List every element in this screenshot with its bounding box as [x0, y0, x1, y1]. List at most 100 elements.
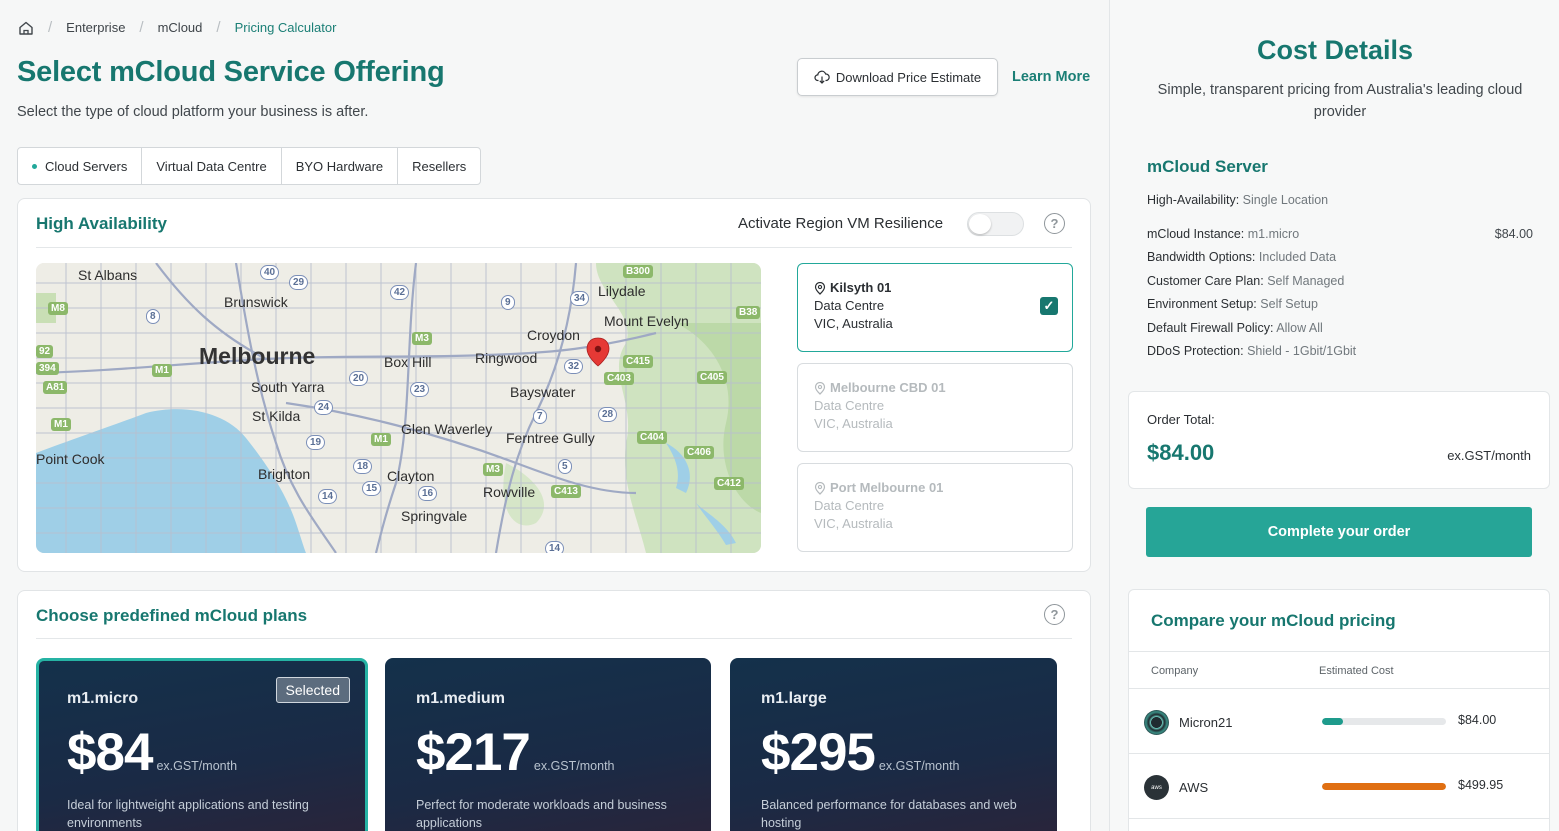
map-road-shield: 19: [306, 435, 326, 450]
company-name: AWS: [1179, 780, 1209, 795]
map-road-shield: A81: [43, 381, 68, 394]
tab-label: Cloud Servers: [45, 158, 128, 174]
map-road-shield: 14: [545, 541, 565, 553]
cost-bar-fill: [1322, 718, 1343, 725]
map-road-shield: C413: [551, 485, 581, 498]
spec-value: Self Managed: [1267, 273, 1345, 288]
help-icon[interactable]: ?: [1044, 604, 1065, 625]
map-road-shield: 20: [349, 371, 369, 386]
plan-description: Balanced performance for databases and w…: [761, 798, 1017, 830]
map-road-shield: 14: [318, 489, 338, 504]
location-name-text: Melbourne CBD 01: [830, 380, 946, 395]
map-road-shield: M3: [412, 332, 432, 345]
map-label: Lilydale: [598, 283, 646, 299]
breadcrumb-separator: /: [139, 19, 144, 36]
learn-more-link[interactable]: Learn More: [1012, 69, 1090, 85]
plan-price-unit: ex.GST/month: [533, 759, 615, 773]
spec-ddos: DDoS Protection: Shield - 1Gbit/1Gbit: [1147, 344, 1533, 368]
aws-logo-icon: aws: [1144, 775, 1169, 800]
tab-label: Virtual Data Centre: [156, 158, 267, 174]
map-road-shield: 40: [260, 265, 280, 280]
tab-cloud-servers[interactable]: Cloud Servers: [18, 148, 143, 184]
spec-value: Included Data: [1258, 250, 1337, 264]
high-availability-card: High Availability Activate Region VM Res…: [17, 198, 1091, 572]
map-label: Clayton: [387, 468, 435, 484]
breadcrumb-enterprise[interactable]: Enterprise: [66, 20, 125, 35]
plan-name: m1.medium: [416, 690, 505, 707]
location-option-kilsyth[interactable]: Kilsyth 01 Data Centre VIC, Australia ✓: [797, 263, 1073, 352]
map-label: Ferntree Gully: [506, 430, 595, 446]
location-pin-icon: [814, 381, 826, 395]
breadcrumb-separator: /: [216, 19, 221, 36]
spec-high-availability: High-Availability: Single Location: [1147, 193, 1533, 217]
server-title: mCloud Server: [1147, 157, 1268, 176]
complete-order-button[interactable]: Complete your order: [1146, 507, 1532, 557]
location-type: Data Centre: [814, 298, 885, 313]
breadcrumb-mcloud[interactable]: mCloud: [158, 20, 203, 35]
map-road-shield: 8: [146, 309, 160, 324]
map-road-shield: C406: [684, 446, 714, 459]
spec-firewall: Default Firewall Policy: Allow All: [1147, 321, 1533, 345]
location-option-port-melbourne[interactable]: Port Melbourne 01 Data Centre VIC, Austr…: [797, 463, 1073, 552]
page-subtitle: Select the type of cloud platform your b…: [17, 104, 369, 120]
tab-label: Resellers: [412, 158, 467, 174]
map-road-shield: 394: [36, 362, 59, 375]
table-row: aws AWS $499.95: [1129, 754, 1549, 819]
map-label: Mount Evelyn: [604, 313, 689, 329]
plan-price-unit: ex.GST/month: [878, 759, 960, 773]
map-road-shield: 42: [390, 285, 410, 300]
spec-value: Shield - 1Gbit/1Gbit: [1247, 344, 1357, 358]
plan-card-m1-micro[interactable]: Selected m1.micro $84 ex.GST/month Ideal…: [36, 658, 368, 831]
tab-byo-hardware[interactable]: BYO Hardware: [282, 148, 399, 184]
location-region: VIC, Australia: [814, 516, 893, 531]
spec-label: Customer Care Plan:: [1147, 273, 1264, 288]
plan-card-m1-large[interactable]: m1.large $295 ex.GST/month Balanced perf…: [730, 658, 1057, 831]
plan-card-m1-medium[interactable]: m1.medium $217 ex.GST/month Perfect for …: [385, 658, 711, 831]
spec-list: High-Availability: Single Location mClou…: [1147, 193, 1533, 368]
cost-bar: [1322, 718, 1446, 725]
map-road-shield: M1: [152, 364, 172, 377]
breadcrumb: / Enterprise / mCloud / Pricing Calculat…: [18, 19, 336, 36]
column-header-cost: Estimated Cost: [1319, 665, 1394, 677]
micron21-logo-icon: [1144, 710, 1169, 735]
checkbox-checked-icon[interactable]: ✓: [1040, 297, 1058, 315]
plan-price: $217 ex.GST/month: [416, 722, 711, 783]
map-label: Melbourne: [199, 343, 316, 369]
plan-price: $84 ex.GST/month: [67, 722, 365, 783]
tab-label: BYO Hardware: [295, 158, 384, 174]
page-title: Select mCloud Service Offering: [17, 56, 445, 88]
spec-price: $84.00: [1494, 226, 1533, 241]
plan-description: Perfect for moderate workloads and busin…: [416, 798, 667, 830]
location-option-melbourne-cbd[interactable]: Melbourne CBD 01 Data Centre VIC, Austra…: [797, 363, 1073, 452]
location-map[interactable]: St Albans Brunswick Melbourne South Yarr…: [36, 263, 761, 553]
spec-label: mCloud Instance:: [1147, 226, 1245, 241]
spec-value: m1.micro: [1247, 226, 1300, 241]
company-name: Micron21: [1179, 715, 1233, 730]
map-label: South Yarra: [251, 379, 325, 395]
location-name-text: Kilsyth 01: [830, 280, 892, 295]
plan-name: m1.large: [761, 690, 827, 707]
map-road-shield: B38: [736, 306, 761, 319]
help-icon[interactable]: ?: [1044, 213, 1065, 234]
spec-customer-care: Customer Care Plan: Self Managed: [1147, 274, 1533, 298]
location-pin-icon: [814, 281, 826, 295]
cost-bar-fill: [1322, 783, 1446, 790]
divider: [36, 638, 1072, 639]
download-price-estimate-button[interactable]: Download Price Estimate: [797, 58, 998, 96]
map-label: Glen Waverley: [401, 421, 493, 437]
spec-bandwidth: Bandwidth Options: Included Data: [1147, 250, 1533, 274]
tab-resellers[interactable]: Resellers: [398, 148, 480, 184]
plan-price-unit: ex.GST/month: [156, 759, 238, 773]
map-label: Springvale: [401, 508, 468, 524]
tab-virtual-data-centre[interactable]: Virtual Data Centre: [142, 148, 282, 184]
location-region: VIC, Australia: [814, 416, 893, 431]
plans-title: Choose predefined mCloud plans: [36, 606, 308, 625]
home-icon[interactable]: [18, 20, 34, 36]
order-total-card: Order Total: $84.00 ex.GST/month: [1128, 391, 1550, 489]
spec-label: Bandwidth Options:: [1147, 250, 1256, 264]
cost-details-title: Cost Details: [1256, 35, 1414, 65]
plan-price-amount: $84: [67, 723, 153, 782]
map-road-shield: 15: [362, 481, 382, 496]
map-road-shield: 16: [418, 486, 438, 501]
region-resilience-toggle[interactable]: [967, 212, 1024, 236]
